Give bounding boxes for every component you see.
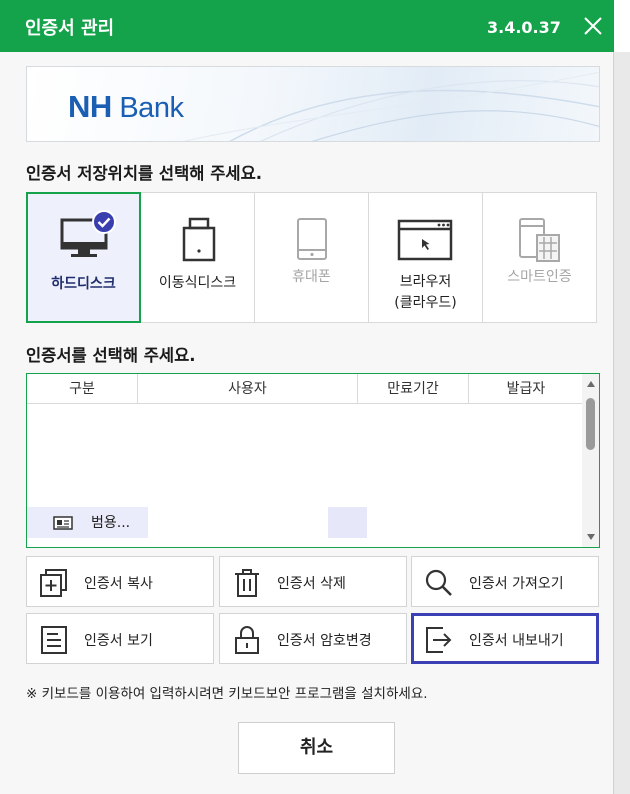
storage-option-label: 브라우저: [399, 274, 452, 290]
import-cert-button[interactable]: 인증서 가져오기: [411, 556, 599, 607]
storage-option-hard-disk[interactable]: 하드디스크: [26, 192, 141, 323]
scrollbar-thumb[interactable]: [586, 398, 595, 450]
vertical-scrollbar[interactable]: [582, 374, 599, 547]
cert-list-heading: 인증서를 선택해 주세요.: [26, 346, 196, 365]
storage-option-sublabel: (클라우드): [394, 295, 457, 311]
delete-cert-button[interactable]: 인증서 삭제: [219, 556, 407, 607]
storage-option-label: 하드디스크: [51, 276, 116, 292]
trash-icon: [235, 569, 259, 597]
change-password-label: 인증서 암호변경: [277, 633, 372, 649]
cell-type: 범용...: [27, 507, 148, 538]
smart-auth-icon: [519, 218, 560, 262]
storage-option-label: 스마트인증: [507, 269, 572, 285]
storage-heading: 인증서 저장위치를 선택해 주세요.: [26, 164, 263, 183]
cell-user: [148, 507, 328, 538]
lock-icon: [235, 626, 259, 654]
table-row[interactable]: 범용...: [27, 507, 583, 538]
check-badge-icon: [92, 210, 116, 234]
copy-icon: [40, 569, 67, 597]
storage-option-browser-cloud[interactable]: 브라우저 (클라우드): [368, 192, 483, 323]
column-header-user[interactable]: 사용자: [138, 374, 358, 404]
cancel-button[interactable]: 취소: [238, 722, 395, 774]
search-icon: [425, 569, 452, 596]
storage-option-phone[interactable]: 휴대폰: [254, 192, 369, 323]
document-icon: [41, 626, 67, 654]
cell-expiry: [328, 507, 367, 538]
copy-cert-button[interactable]: 인증서 복사: [26, 556, 214, 607]
nh-bank-logo: NH Bank: [68, 89, 184, 124]
keyboard-security-notice: ※ 키보드를 이용하여 입력하시려면 키보드보안 프로그램을 설치하세요.: [26, 686, 428, 702]
export-cert-label: 인증서 내보내기: [469, 633, 564, 649]
column-header-issuer[interactable]: 발급자: [469, 374, 583, 404]
export-icon: [426, 627, 452, 653]
storage-option-removable-disk[interactable]: 이동식디스크: [140, 192, 255, 323]
delete-cert-label: 인증서 삭제: [277, 576, 346, 592]
version-label: 3.4.0.37: [487, 18, 561, 37]
view-cert-button[interactable]: 인증서 보기: [26, 613, 214, 664]
title-bar: 인증서 관리 3.4.0.37: [0, 0, 614, 52]
cert-type-label: 범용...: [91, 515, 131, 531]
storage-option-smart-auth[interactable]: 스마트인증: [482, 192, 597, 323]
window-title: 인증서 관리: [25, 18, 115, 39]
change-password-button[interactable]: 인증서 암호변경: [219, 613, 407, 664]
scroll-up-arrow-icon[interactable]: [586, 380, 596, 388]
column-header-expiry[interactable]: 만료기간: [358, 374, 469, 404]
background-strip: [614, 52, 630, 794]
column-header-type[interactable]: 구분: [27, 374, 138, 404]
view-cert-label: 인증서 보기: [84, 633, 153, 649]
usb-drive-icon: [182, 217, 216, 262]
storage-option-label: 이동식디스크: [158, 275, 237, 291]
close-icon[interactable]: [580, 13, 606, 39]
browser-window-icon: [397, 219, 453, 261]
certificate-card-icon: [53, 516, 73, 530]
scroll-down-arrow-icon[interactable]: [586, 533, 596, 541]
phone-icon: [297, 218, 327, 260]
storage-option-label: 휴대폰: [292, 269, 331, 285]
bank-banner: NH Bank: [26, 66, 600, 142]
cell-issuer: [367, 507, 583, 538]
cert-table[interactable]: 구분 사용자 만료기간 발급자 범용...: [26, 373, 600, 548]
storage-selector: 하드디스크 이동식디스크 휴대폰 브라우저 (클라우드) 스마트인증: [26, 192, 600, 323]
import-cert-label: 인증서 가져오기: [469, 576, 564, 592]
export-cert-button[interactable]: 인증서 내보내기: [411, 613, 599, 664]
copy-cert-label: 인증서 복사: [84, 576, 153, 592]
cert-table-header: 구분 사용자 만료기간 발급자: [27, 374, 583, 404]
monitor-icon: [60, 210, 116, 257]
